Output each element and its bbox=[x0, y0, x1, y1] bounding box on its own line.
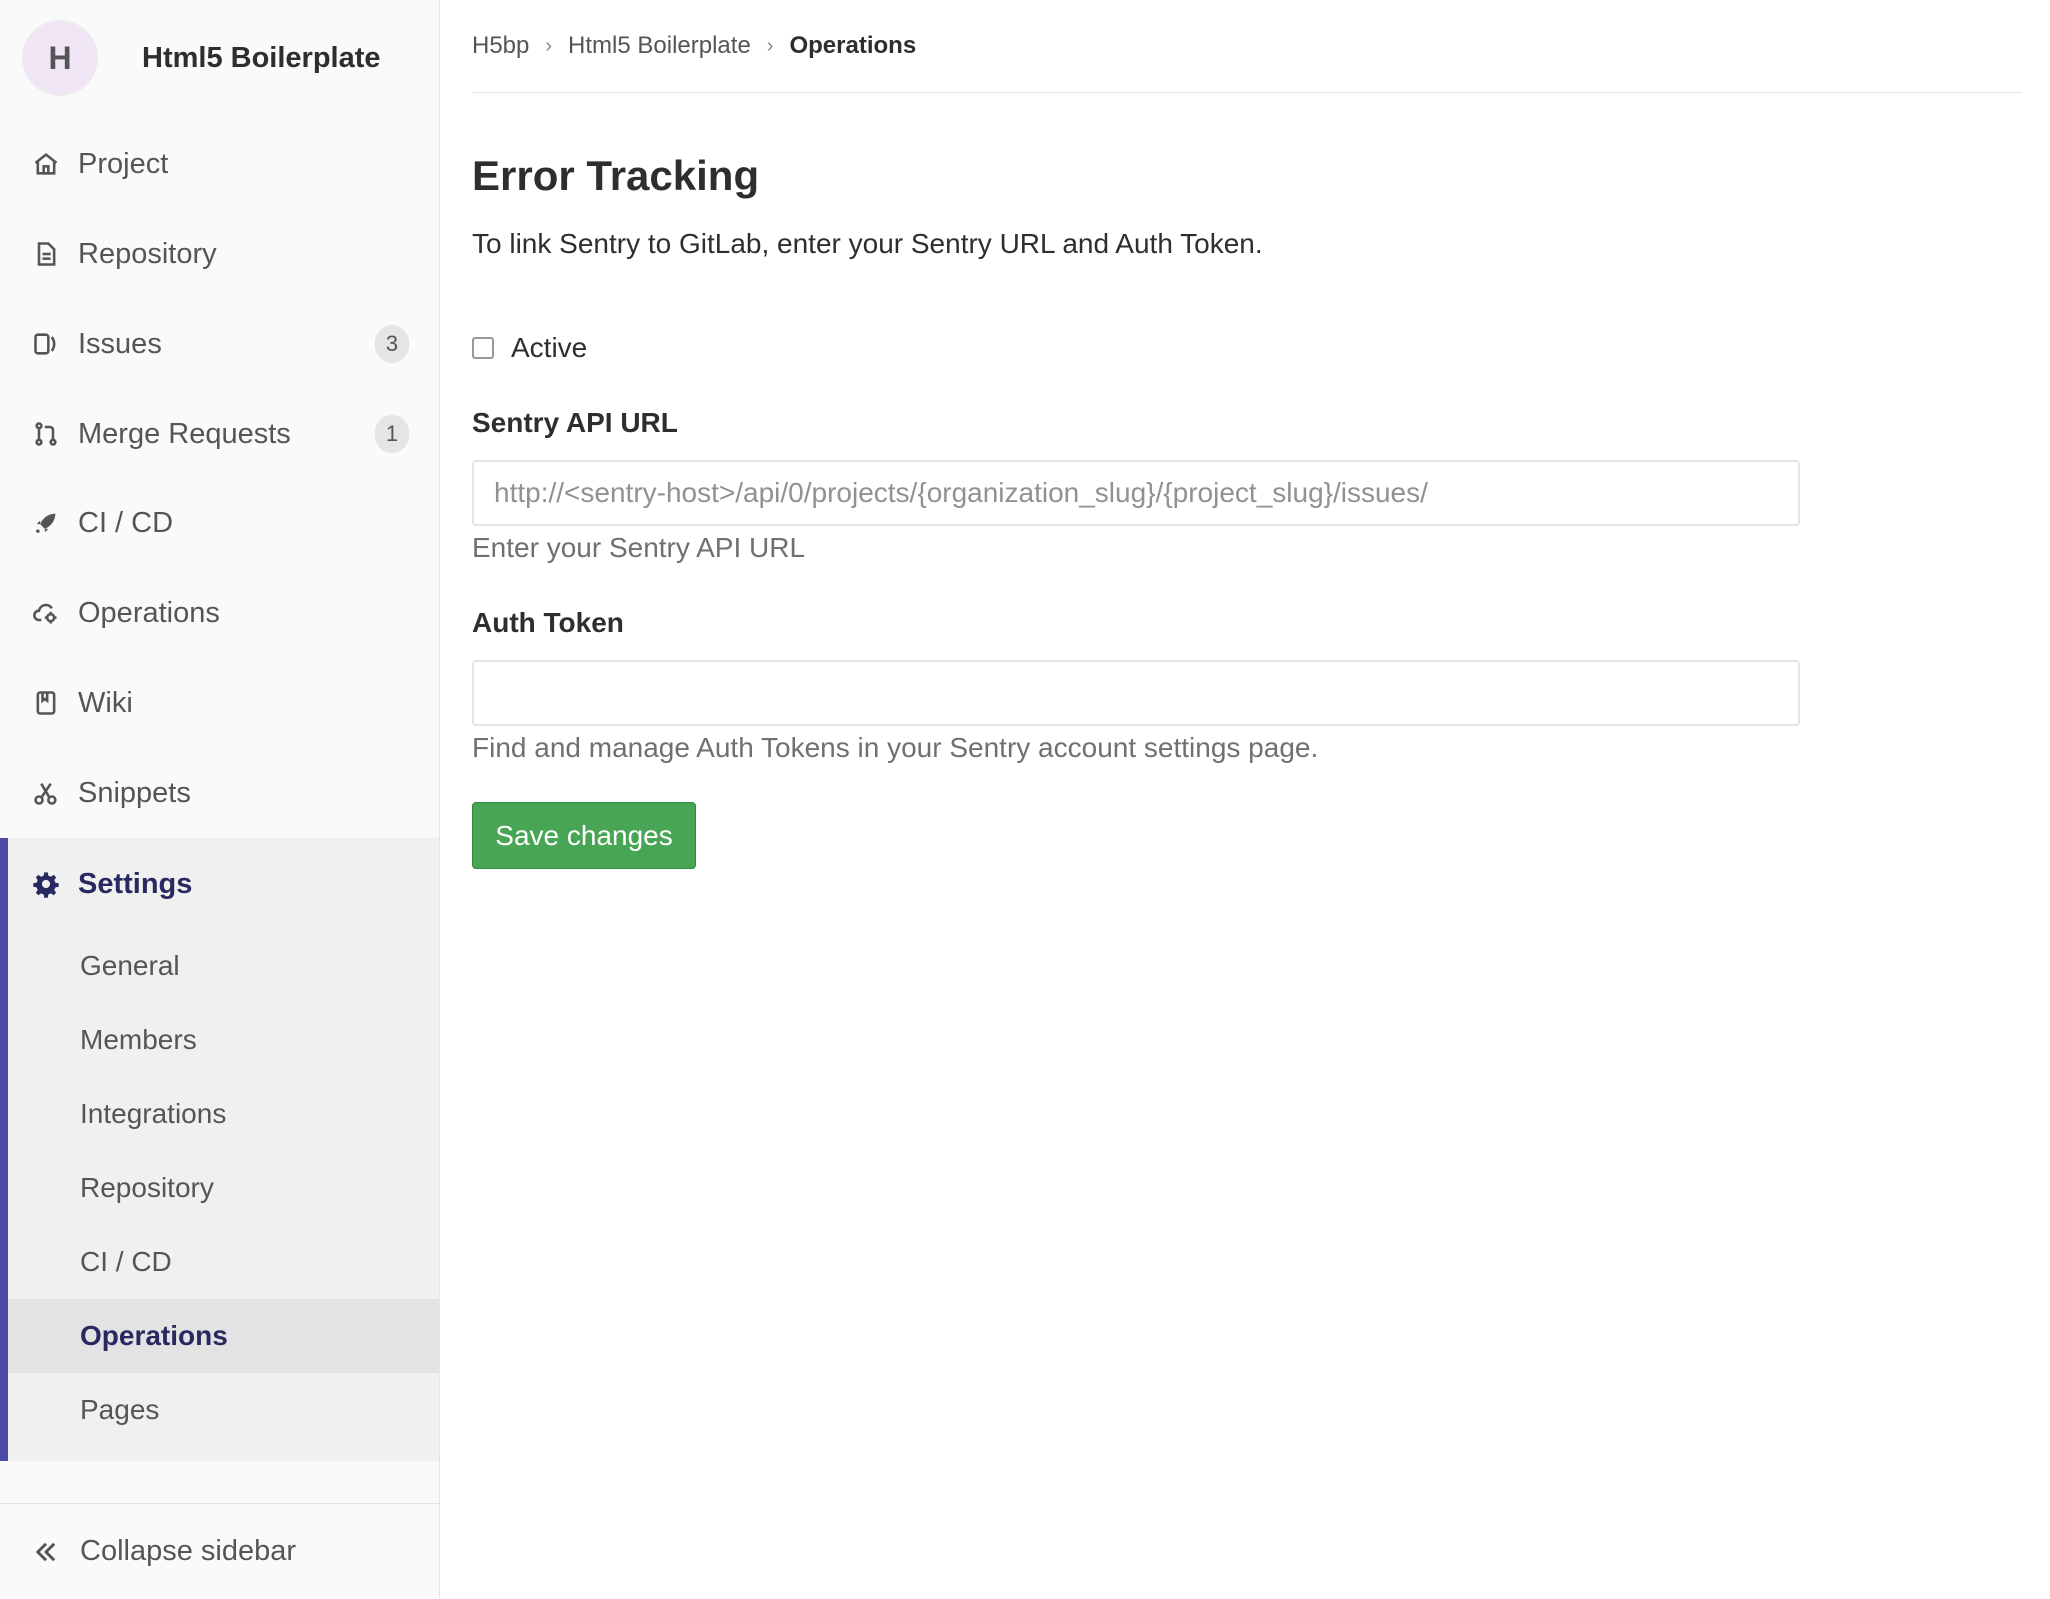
cloud-gear-icon bbox=[31, 598, 61, 628]
sub-item-label: Members bbox=[80, 1024, 197, 1055]
book-icon bbox=[31, 688, 61, 718]
project-context[interactable]: H Html5 Boilerplate bbox=[22, 20, 381, 96]
sidebar-item-label: Issues bbox=[78, 327, 162, 360]
project-avatar[interactable]: H bbox=[22, 20, 98, 96]
sidebar-item-operations[interactable]: Operations bbox=[0, 571, 439, 655]
settings-sub-operations[interactable]: Operations bbox=[8, 1299, 439, 1373]
sentry-api-url-label: Sentry API URL bbox=[472, 407, 678, 438]
sidebar-item-label: Repository bbox=[78, 237, 217, 270]
sub-item-label: CI / CD bbox=[80, 1246, 172, 1277]
sidebar-item-label: Snippets bbox=[78, 776, 191, 809]
sub-item-label: Repository bbox=[80, 1172, 214, 1203]
active-checkbox-label[interactable]: Active bbox=[511, 332, 587, 364]
merge-requests-count-badge: 1 bbox=[375, 415, 409, 453]
sidebar-item-settings[interactable]: Settings bbox=[0, 842, 439, 926]
breadcrumb-current[interactable]: Operations bbox=[789, 32, 916, 60]
sidebar: H Html5 Boilerplate Project Repository I… bbox=[0, 0, 440, 1598]
sidebar-item-label: Operations bbox=[78, 596, 220, 629]
auth-token-label: Auth Token bbox=[472, 607, 624, 638]
gear-icon bbox=[31, 869, 61, 899]
scissors-icon bbox=[31, 778, 61, 808]
active-checkbox[interactable] bbox=[472, 337, 494, 359]
settings-sub-general[interactable]: General bbox=[0, 929, 439, 1003]
issues-count-badge: 3 bbox=[375, 325, 409, 363]
page-title: Error Tracking bbox=[472, 152, 760, 199]
sidebar-item-project[interactable]: Project bbox=[0, 122, 439, 206]
active-checkbox-row: Active bbox=[472, 332, 587, 364]
sidebar-item-label: Merge Requests bbox=[78, 417, 291, 450]
sidebar-item-label: Wiki bbox=[78, 686, 133, 719]
sidebar-item-label: Settings bbox=[78, 867, 193, 900]
issues-icon bbox=[31, 329, 61, 359]
home-icon bbox=[31, 149, 61, 179]
settings-sub-repository[interactable]: Repository bbox=[0, 1151, 439, 1225]
sidebar-item-issues[interactable]: Issues 3 bbox=[0, 302, 439, 386]
sentry-api-url-input[interactable] bbox=[472, 460, 1800, 526]
doc-icon bbox=[31, 239, 61, 269]
settings-sub-ci-cd[interactable]: CI / CD bbox=[0, 1225, 439, 1299]
sub-item-label: General bbox=[80, 950, 180, 981]
header-divider bbox=[472, 92, 2022, 93]
breadcrumb-group[interactable]: H5bp bbox=[472, 32, 529, 60]
sidebar-item-ci-cd[interactable]: CI / CD bbox=[0, 481, 439, 565]
collapse-sidebar-label: Collapse sidebar bbox=[80, 1535, 297, 1567]
sub-item-label: Operations bbox=[80, 1320, 228, 1351]
chevron-right-icon: › bbox=[545, 34, 553, 57]
sidebar-item-snippets[interactable]: Snippets bbox=[0, 751, 439, 835]
section-description: To link Sentry to GitLab, enter your Sen… bbox=[472, 228, 1263, 259]
settings-sub-members[interactable]: Members bbox=[0, 1003, 439, 1077]
merge-request-icon bbox=[31, 419, 61, 449]
auth-token-input[interactable] bbox=[472, 660, 1800, 726]
sidebar-item-label: Project bbox=[78, 147, 169, 180]
sidebar-item-repository[interactable]: Repository bbox=[0, 212, 439, 296]
collapse-sidebar-button[interactable]: Collapse sidebar bbox=[0, 1503, 439, 1599]
sub-item-label: Pages bbox=[80, 1394, 160, 1425]
project-name[interactable]: Html5 Boilerplate bbox=[142, 42, 381, 75]
sentry-api-url-help: Enter your Sentry API URL bbox=[472, 532, 806, 563]
sub-item-label: Integrations bbox=[80, 1098, 227, 1129]
save-changes-button[interactable]: Save changes bbox=[472, 802, 696, 869]
sidebar-item-wiki[interactable]: Wiki bbox=[0, 661, 439, 745]
chevron-right-icon: › bbox=[766, 34, 774, 57]
sidebar-item-label: CI / CD bbox=[78, 506, 174, 539]
breadcrumb: H5bp › Html5 Boilerplate › Operations bbox=[472, 28, 916, 64]
settings-sub-pages[interactable]: Pages bbox=[0, 1373, 439, 1447]
settings-sub-integrations[interactable]: Integrations bbox=[0, 1077, 439, 1151]
sidebar-item-merge-requests[interactable]: Merge Requests 1 bbox=[0, 392, 439, 476]
auth-token-help: Find and manage Auth Tokens in your Sent… bbox=[472, 732, 1319, 763]
double-chevron-left-icon bbox=[31, 1537, 61, 1567]
breadcrumb-project[interactable]: Html5 Boilerplate bbox=[568, 32, 751, 60]
rocket-icon bbox=[31, 508, 61, 538]
